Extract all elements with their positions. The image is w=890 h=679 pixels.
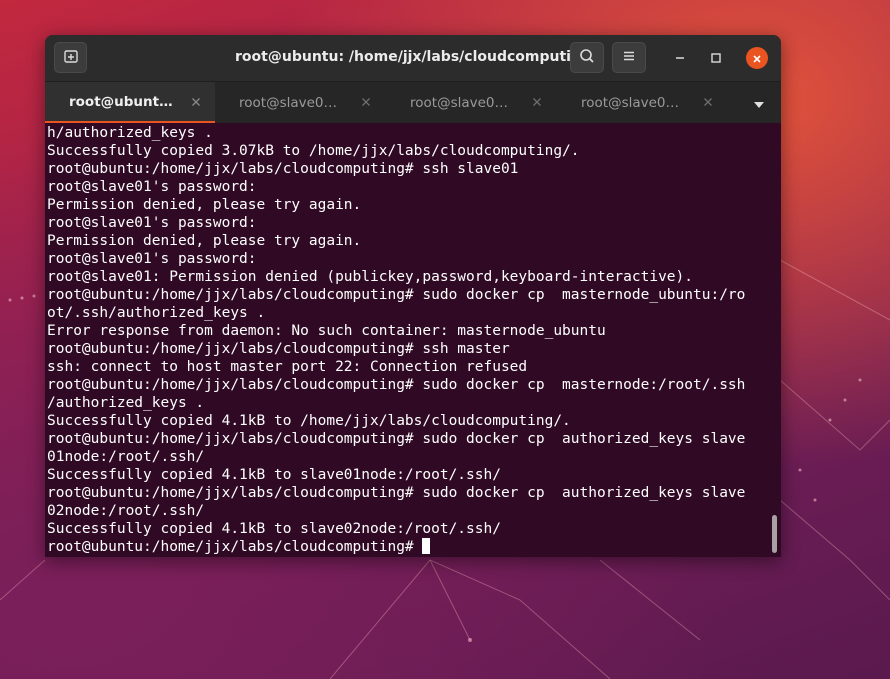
tab-close-button[interactable] [188,94,204,110]
tab-slave01[interactable]: root@slave0… [215,82,385,124]
terminal-line: root@ubuntu:/home/jjx/labs/cloudcomputin… [47,161,519,177]
tab-ubuntu[interactable]: root@ubunt… [45,82,215,124]
terminal-line: Successfully copied 4.1kB to slave02node… [47,521,501,537]
tab-slave03[interactable]: root@slave0… [557,82,727,124]
terminal-line: root@slave01's password: [47,215,257,231]
terminal-line: Successfully copied 4.1kB to slave01node… [47,467,501,483]
close-icon [704,98,712,106]
close-icon [192,98,200,106]
hamburger-menu-icon [622,48,636,67]
terminal-line: root@ubuntu:/home/jjx/labs/cloudcomputin… [47,377,746,393]
tab-bar: root@ubunt… root@slave0… root@slave0… ro… [45,81,781,124]
tab-label: root@ubunt… [69,93,173,110]
minimize-icon [674,49,686,68]
maximize-icon [710,49,722,68]
search-icon [579,48,595,68]
tab-close-button[interactable] [529,94,545,110]
text-cursor [422,538,431,554]
close-icon [752,49,762,68]
minimize-button[interactable] [669,47,691,69]
terminal-line: 02node:/root/.ssh/ [47,503,205,519]
terminal-line: root@slave01: Permission denied (publick… [47,269,694,285]
tab-label: root@slave0… [410,95,509,111]
terminal-line: Error response from daemon: No such cont… [47,323,606,339]
close-icon [533,98,541,106]
search-button[interactable] [570,42,604,73]
header-bar: root@ubuntu: /home/jjx/labs/cloudcomputi… [45,35,781,81]
terminal-text: h/authorized_keys . Successfully copied … [47,124,745,556]
terminal-line: ssh: connect to host master port 22: Con… [47,359,528,375]
tab-slave02[interactable]: root@slave0… [386,82,556,124]
terminal-line: Successfully copied 3.07kB to /home/jjx/… [47,143,580,159]
tab-label: root@slave0… [239,95,338,111]
terminal-line: root@ubuntu:/home/jjx/labs/cloudcomputin… [47,287,746,303]
tab-close-button[interactable] [358,94,374,110]
tab-label: root@slave0… [581,95,680,111]
tab-close-button[interactable] [700,94,716,110]
terminal-line: root@ubuntu:/home/jjx/labs/cloudcomputin… [47,431,746,447]
terminal-line: Permission denied, please try again. [47,197,362,213]
tab-list-button[interactable] [751,95,767,111]
terminal-line: 01node:/root/.ssh/ [47,449,205,465]
new-tab-button[interactable] [54,42,87,73]
close-icon [362,98,370,106]
terminal-line: root@ubuntu:/home/jjx/labs/cloudcomputin… [47,485,746,501]
terminal-line: Permission denied, please try again. [47,233,362,249]
terminal-line: ot/.ssh/authorized_keys . [47,305,266,321]
terminal-line: h/authorized_keys . [47,125,213,141]
terminal-lines: h/authorized_keys . Successfully copied … [47,125,745,537]
terminal-output[interactable]: h/authorized_keys . Successfully copied … [45,123,781,557]
maximize-button[interactable] [705,47,727,69]
terminal-line: root@slave01's password: [47,179,257,195]
menu-button[interactable] [612,42,646,73]
terminal-window: root@ubuntu: /home/jjx/labs/cloudcomputi… [45,35,781,557]
chevron-down-icon [753,94,765,113]
close-button[interactable] [746,47,768,69]
new-tab-icon [63,48,79,68]
terminal-prompt: root@ubuntu:/home/jjx/labs/cloudcomputin… [47,539,423,555]
terminal-line: root@ubuntu:/home/jjx/labs/cloudcomputin… [47,341,510,357]
terminal-line: /authorized_keys . [47,395,205,411]
terminal-line: root@slave01's password: [47,251,257,267]
scrollbar[interactable] [772,515,777,553]
terminal-line: Successfully copied 4.1kB to /home/jjx/l… [47,413,571,429]
